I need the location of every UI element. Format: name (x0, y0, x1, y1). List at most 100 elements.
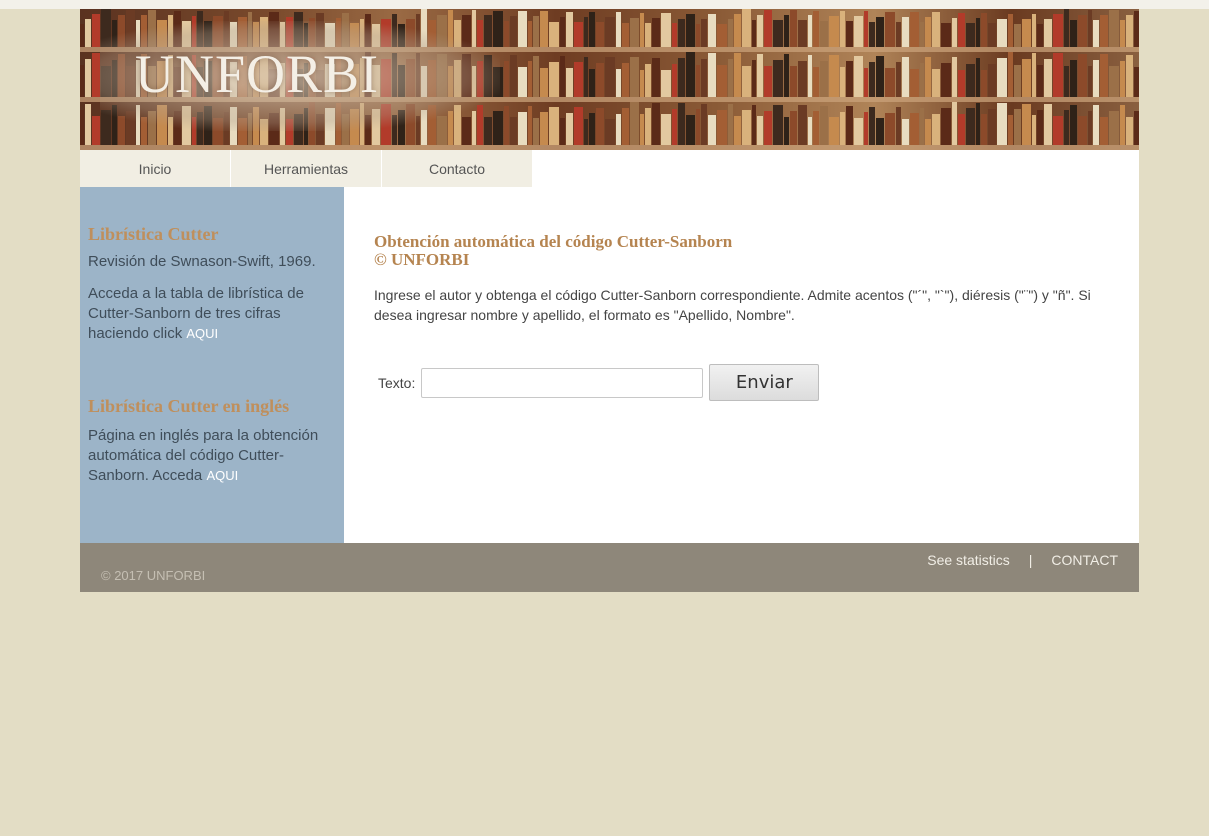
book-spine (584, 56, 588, 97)
book-spine (510, 15, 517, 47)
nav-item-herramientas[interactable]: Herramientas (231, 150, 381, 187)
book-spine (630, 102, 639, 145)
book-spine (1088, 110, 1092, 145)
book-spine (616, 12, 621, 47)
header-banner: UNFORBI (80, 9, 1139, 150)
book-spine (1022, 18, 1031, 47)
book-spine (540, 67, 548, 97)
book-spine (504, 105, 509, 145)
book-spine (92, 53, 100, 97)
book-spine (813, 111, 819, 145)
book-spine (854, 55, 863, 97)
book-spine (808, 15, 812, 47)
book-spine (869, 106, 875, 145)
book-spine (932, 12, 940, 47)
book-spine (518, 111, 527, 145)
contact-link[interactable]: CONTACT (1051, 552, 1118, 568)
book-spine (952, 57, 957, 97)
see-statistics-link[interactable]: See statistics (927, 552, 1009, 568)
book-spine (630, 17, 639, 47)
book-spine (864, 112, 868, 145)
book-spine (1078, 53, 1087, 97)
book-spine (784, 54, 789, 97)
nav-item-contacto[interactable]: Contacto (382, 150, 532, 187)
book-spine (661, 70, 671, 97)
book-spine (813, 66, 819, 97)
book-spine (885, 11, 895, 47)
nav-item-inicio[interactable]: Inicio (80, 150, 230, 187)
book-spine (1037, 109, 1043, 145)
book-spine (896, 62, 901, 97)
book-spine (1109, 10, 1119, 47)
book-spine (820, 61, 828, 97)
book-spine (540, 11, 548, 47)
book-spine (910, 113, 919, 145)
book-spine (976, 57, 980, 97)
book-spine (701, 103, 707, 145)
book-spine (876, 16, 884, 47)
book-spine (941, 108, 951, 145)
book-spine (829, 15, 839, 47)
book-spine (652, 57, 660, 97)
book-spine (717, 65, 727, 97)
book-spine (708, 115, 716, 145)
book-spine (764, 9, 772, 47)
book-spine (988, 23, 996, 47)
book-spine (1078, 116, 1087, 145)
book-spine (734, 14, 741, 47)
book-spine (549, 21, 559, 47)
book-spine (696, 109, 700, 145)
book-spine (958, 114, 965, 145)
book-spine (510, 117, 517, 145)
book-spine (952, 17, 957, 47)
book-spine (958, 12, 965, 47)
book-spine (988, 64, 996, 97)
sidebar-table-link[interactable]: AQUI (186, 326, 218, 341)
book-spine (1093, 60, 1099, 97)
book-spine (728, 59, 733, 97)
sidebar-english-link[interactable]: AQUI (206, 468, 238, 483)
book-spine (885, 68, 895, 97)
submit-button[interactable]: Enviar (709, 364, 820, 401)
book-spine (988, 108, 996, 145)
book-spine (1100, 15, 1108, 47)
book-spine (976, 102, 980, 145)
book-spine (728, 19, 733, 47)
book-spine (742, 110, 751, 145)
book-spine (773, 105, 783, 145)
footer-separator: | (1028, 552, 1033, 568)
book-spine (734, 115, 741, 145)
book-spine (1120, 60, 1125, 97)
book-spine (1120, 20, 1125, 47)
book-spine (846, 21, 853, 47)
book-spine (686, 52, 695, 97)
book-spine (686, 13, 695, 47)
book-spine (925, 56, 931, 97)
book-spine (1120, 105, 1125, 145)
book-spine (1053, 115, 1063, 145)
book-spine (752, 59, 756, 97)
book-spine (80, 65, 84, 97)
book-spine (708, 13, 716, 47)
book-spine (1109, 66, 1119, 97)
book-spine (820, 105, 828, 145)
book-spine (742, 65, 751, 97)
book-spine (640, 114, 644, 145)
book-spine (596, 107, 604, 145)
book-spine (596, 62, 604, 97)
main-title-line2: © UNFORBI (374, 250, 470, 269)
footer: © 2017 UNFORBI See statistics | CONTACT (80, 543, 1139, 592)
book-spine (92, 14, 100, 47)
book-spine (678, 103, 685, 145)
book-spine (958, 69, 965, 97)
book-spine (808, 117, 812, 145)
book-spine (920, 107, 924, 145)
book-spine (605, 17, 615, 47)
book-spine (616, 113, 621, 145)
book-spine (1014, 23, 1021, 47)
book-spine (504, 61, 509, 97)
site-logo[interactable]: UNFORBI (135, 43, 379, 105)
text-input[interactable] (421, 367, 704, 398)
book-spine (864, 67, 868, 97)
book-spine (966, 108, 975, 145)
